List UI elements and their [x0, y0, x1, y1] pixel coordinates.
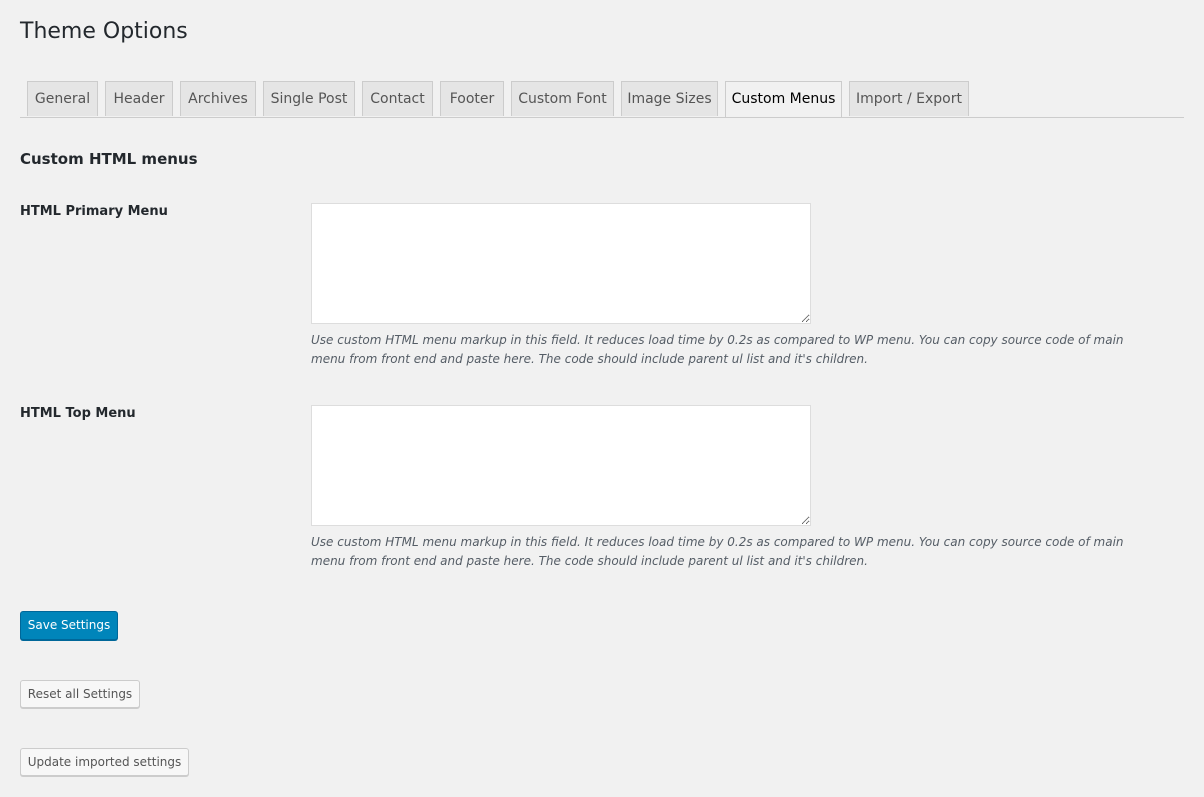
tab-footer[interactable]: Footer [440, 81, 504, 116]
save-settings-button[interactable]: Save Settings [20, 611, 118, 640]
page-title: Theme Options [20, 19, 188, 44]
html-primary-menu-label: HTML Primary Menu [20, 204, 168, 219]
html-primary-menu-description: Use custom HTML menu markup in this fiel… [311, 333, 1124, 366]
html-top-menu-textarea[interactable] [311, 405, 811, 526]
tab-contact[interactable]: Contact [362, 81, 433, 116]
tab-single-post[interactable]: Single Post [263, 81, 355, 116]
tab-image-sizes[interactable]: Image Sizes [621, 81, 718, 116]
tab-custom-font[interactable]: Custom Font [511, 81, 614, 116]
section-title: Custom HTML menus [20, 150, 198, 168]
tab-archives[interactable]: Archives [180, 81, 256, 116]
tab-general[interactable]: General [27, 81, 98, 116]
tab-import-export[interactable]: Import / Export [849, 81, 969, 116]
html-top-menu-label: HTML Top Menu [20, 406, 136, 421]
html-primary-menu-textarea[interactable] [311, 203, 811, 324]
nav-tabs: General Header Archives Single Post Cont… [20, 81, 1184, 118]
update-imported-settings-button[interactable]: Update imported settings [20, 748, 189, 776]
tab-header[interactable]: Header [105, 81, 173, 116]
html-top-menu-description: Use custom HTML menu markup in this fiel… [311, 535, 1124, 568]
tab-custom-menus[interactable]: Custom Menus [725, 81, 842, 117]
reset-settings-button[interactable]: Reset all Settings [20, 680, 140, 708]
